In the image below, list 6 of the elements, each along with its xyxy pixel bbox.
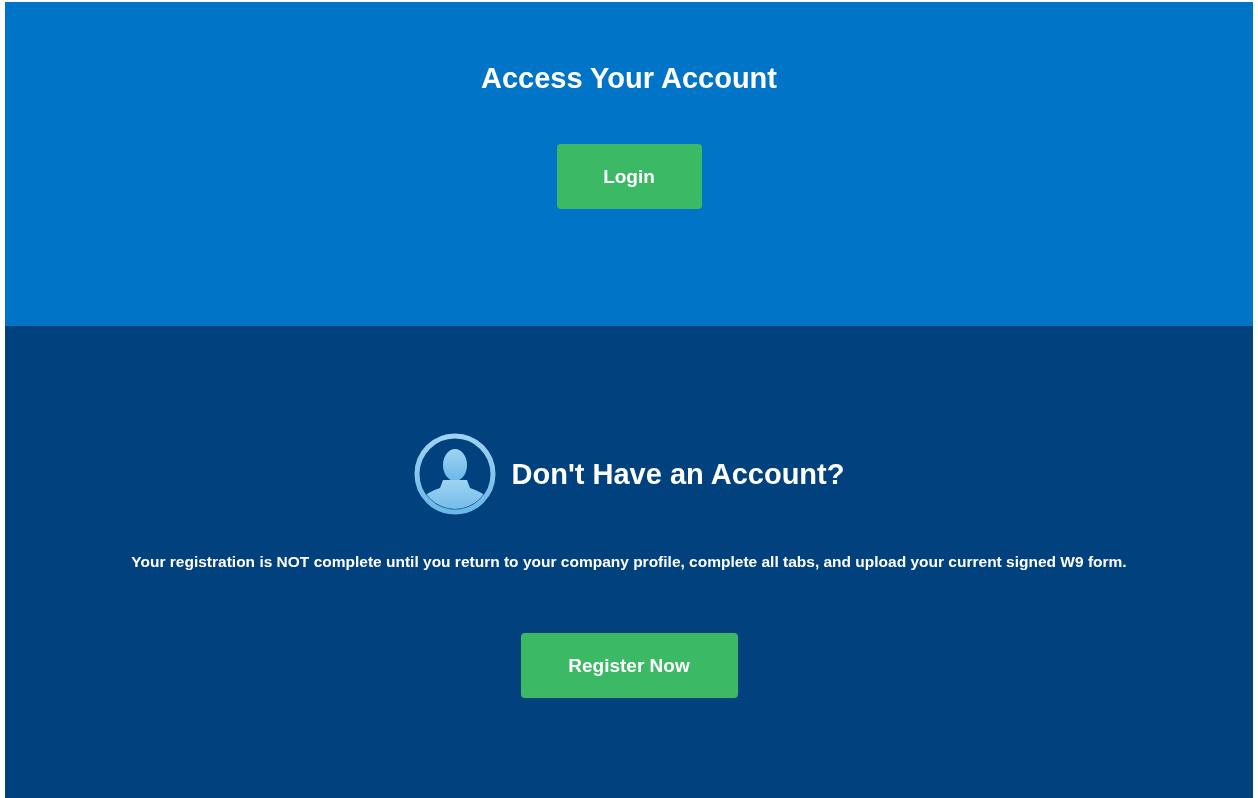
section-title: Don't Have an Account? <box>511 457 845 491</box>
login-button[interactable]: Login <box>556 144 702 209</box>
register-button[interactable]: Register Now <box>520 633 738 698</box>
registration-notice: Your registration is NOT complete until you return to your company profile, complete all tabs, and upload your current signed W9 form. <box>130 553 1128 571</box>
user-avatar-icon <box>413 433 496 515</box>
section-title: Access Your Account <box>481 61 777 96</box>
